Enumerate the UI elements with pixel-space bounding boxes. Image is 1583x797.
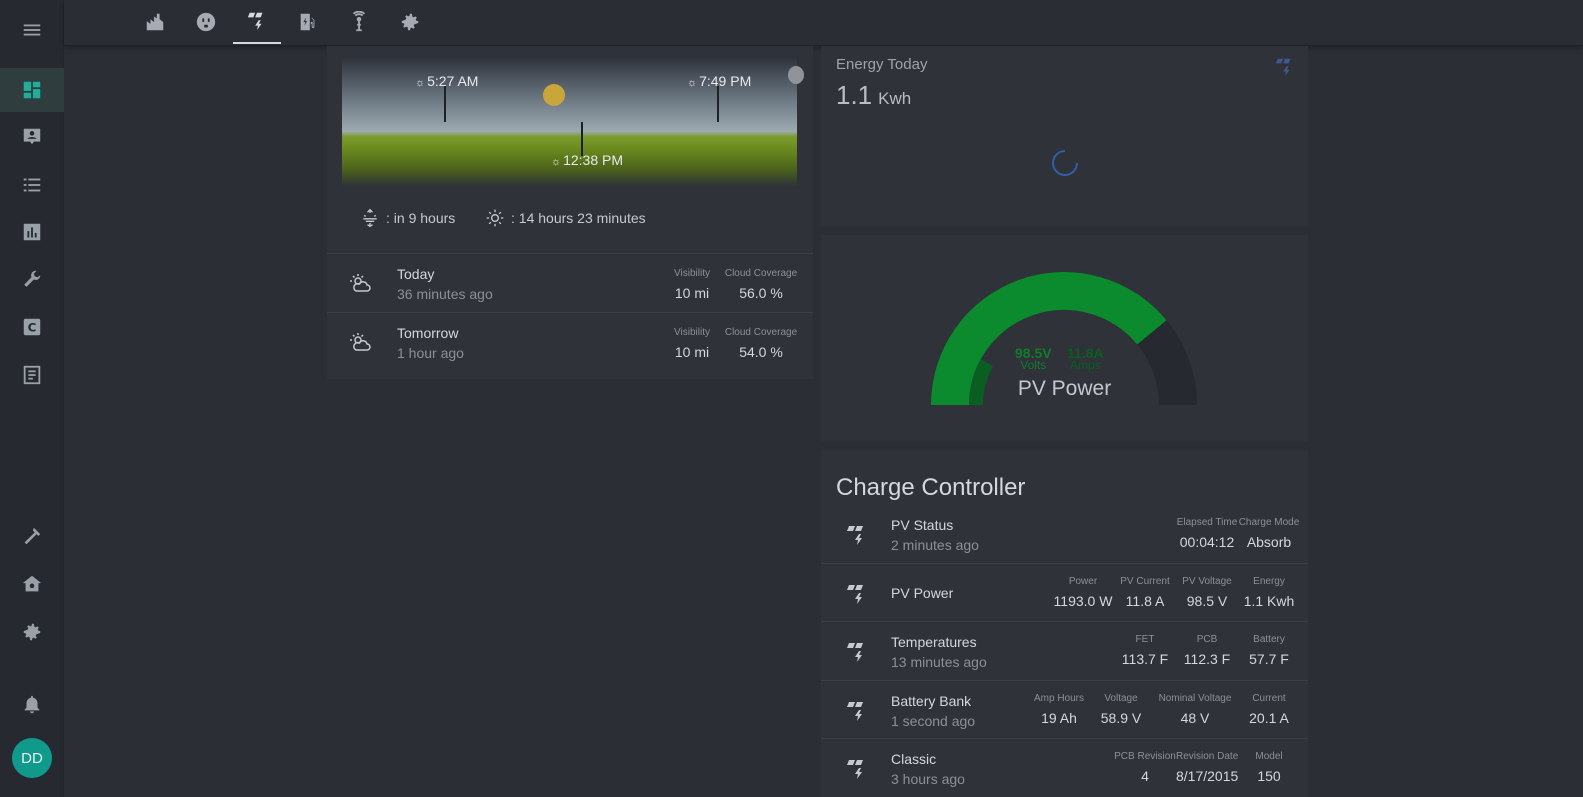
moon-icon bbox=[788, 66, 804, 84]
energy-title: Energy Today bbox=[836, 56, 928, 73]
metric: PV Voltage 98.5 V bbox=[1182, 576, 1232, 609]
loading-spinner bbox=[1052, 150, 1078, 176]
noon-tick bbox=[581, 122, 583, 156]
metric: Elapsed Time 00:04:12 bbox=[1176, 517, 1238, 550]
c-box-icon[interactable]: C bbox=[0, 305, 64, 349]
sunrise-label: ☼ 5:27 AM bbox=[415, 73, 479, 89]
gauge-label: PV Power bbox=[1017, 377, 1112, 400]
row-title: Temperatures bbox=[891, 634, 977, 650]
energy-value: 1.1 Kwh bbox=[836, 80, 912, 110]
sky-visualization: ☼ 5:27 AM ☼ 7:49 PM ☼ 12:38 PM bbox=[342, 56, 804, 186]
pv-power-gauge bbox=[931, 272, 1197, 406]
partly-cloudy-icon bbox=[350, 333, 371, 351]
metric: PCB Revision 4 bbox=[1114, 751, 1176, 784]
visibility-metric: Visibility 10 mi bbox=[674, 268, 710, 301]
svg-text:C: C bbox=[28, 321, 37, 335]
hammer-icon[interactable] bbox=[0, 514, 64, 558]
day-length: : 14 hours 23 minutes bbox=[485, 208, 646, 228]
noon-icon: ☼ bbox=[551, 156, 562, 168]
sunrise-tick bbox=[444, 86, 446, 122]
forecast-title: Today bbox=[397, 266, 435, 282]
sunset-tick bbox=[717, 86, 719, 122]
noon-label: ☼ 12:38 PM bbox=[551, 152, 624, 168]
settings-icon[interactable] bbox=[386, 0, 434, 44]
partly-cloudy-icon bbox=[350, 274, 371, 292]
solar-power-icon bbox=[847, 585, 863, 604]
pv-power-gauge-card: 98.5V Volts 11.8A Amps PV Power bbox=[821, 235, 1308, 441]
sunset-countdown: : in 9 hours bbox=[360, 208, 455, 228]
list-icon[interactable] bbox=[0, 163, 64, 207]
charge-controller-row[interactable]: Classic 3 hours ago PCB Revision 4 Revision … bbox=[821, 738, 1308, 796]
sidebar: C DD bbox=[0, 0, 64, 797]
home-gear-icon[interactable] bbox=[0, 562, 64, 606]
visibility-metric: Visibility 10 mi bbox=[674, 327, 710, 360]
cloud-coverage-metric: Cloud Coverage 54.0 % bbox=[724, 327, 798, 360]
metric: Model 150 bbox=[1255, 751, 1283, 784]
bell-icon[interactable] bbox=[0, 682, 64, 726]
solar-power-icon bbox=[847, 760, 863, 779]
row-title: PV Status bbox=[891, 517, 954, 533]
gauge-volts: 98.5V Volts bbox=[1015, 345, 1052, 372]
sunset-label: ☼ 7:49 PM bbox=[687, 73, 752, 89]
row-updated: 3 hours ago bbox=[891, 771, 965, 787]
sun-card: ☼ 5:27 AM ☼ 7:49 PM ☼ 12:38 PM : in 9 hours… bbox=[327, 46, 813, 379]
forecast-row-today[interactable]: Today 36 minutes ago Visibility 10 mi Cl… bbox=[327, 253, 813, 311]
metric: Battery 57.7 F bbox=[1249, 634, 1289, 667]
sunset-icon bbox=[363, 208, 377, 228]
charge-controller-row[interactable]: Battery Bank 1 second ago Amp Hours 19 Ah Vo… bbox=[821, 680, 1308, 738]
metric: Energy 1.1 Kwh bbox=[1243, 576, 1295, 609]
solar-power-icon bbox=[847, 702, 863, 721]
charge-controller-row[interactable]: PV Status 2 minutes ago Elapsed Time 00:04:… bbox=[821, 505, 1308, 563]
document-icon[interactable] bbox=[0, 353, 64, 397]
metric: PV Current 11.8 A bbox=[1120, 576, 1170, 609]
solar-power-icon[interactable] bbox=[1274, 56, 1296, 78]
menu-icon[interactable] bbox=[0, 8, 64, 52]
sun-position bbox=[543, 84, 565, 106]
outlet-icon[interactable] bbox=[182, 0, 230, 44]
ev-charger-icon[interactable] bbox=[284, 0, 332, 44]
contact-card-icon[interactable] bbox=[0, 115, 64, 159]
metric: Voltage 58.9 V bbox=[1100, 693, 1142, 726]
charge-controller-row[interactable]: PV Power Power 1193.0 W PV Current 11.8 A PV … bbox=[821, 563, 1308, 621]
metric: Nominal Voltage 48 V bbox=[1158, 693, 1232, 726]
metric: Revision Date 8/17/2015 bbox=[1176, 751, 1239, 784]
charge-controller-title: Charge Controller bbox=[836, 474, 1026, 501]
sunrise-icon: ☼ bbox=[415, 77, 426, 89]
charge-controller-card: Charge Controller PV Status 2 minutes ago… bbox=[821, 450, 1308, 797]
antenna-icon[interactable] bbox=[335, 0, 383, 44]
bar-chart-icon[interactable] bbox=[0, 210, 64, 254]
metric: Amp Hours 19 Ah bbox=[1033, 693, 1084, 726]
metric: Power 1193.0 W bbox=[1053, 576, 1113, 609]
forecast-row-tomorrow[interactable]: Tomorrow 1 hour ago Visibility 10 mi Clo… bbox=[327, 312, 813, 370]
row-title: Classic bbox=[891, 751, 937, 767]
metric: FET 113.7 F bbox=[1121, 634, 1169, 667]
cloud-coverage-metric: Cloud Coverage 56.0 % bbox=[724, 268, 798, 301]
forecast-title: Tomorrow bbox=[397, 325, 459, 341]
sunset-icon: ☼ bbox=[687, 77, 698, 89]
solar-plant-icon[interactable] bbox=[131, 0, 179, 44]
energy-today-card: Energy Today 1.1 Kwh bbox=[821, 46, 1308, 226]
row-title: PV Power bbox=[891, 585, 954, 601]
gauge-amps: 11.8A Amps bbox=[1067, 345, 1104, 372]
solar-power-icon bbox=[847, 643, 863, 662]
dashboard-icon[interactable] bbox=[0, 68, 64, 112]
row-title: Battery Bank bbox=[891, 693, 972, 709]
settings-icon[interactable] bbox=[0, 610, 64, 654]
row-updated: 2 minutes ago bbox=[891, 537, 979, 553]
metric: Current 20.1 A bbox=[1249, 693, 1289, 726]
metric: Charge Mode Absorb bbox=[1238, 517, 1300, 550]
avatar[interactable]: DD bbox=[12, 738, 52, 778]
solar-power-icon[interactable] bbox=[233, 0, 281, 44]
top-navigation bbox=[64, 0, 1583, 46]
forecast-updated: 1 hour ago bbox=[397, 345, 464, 361]
forecast-updated: 36 minutes ago bbox=[397, 286, 493, 302]
sun-icon bbox=[486, 209, 504, 227]
charge-controller-row[interactable]: Temperatures 13 minutes ago FET 113.7 F PCB 1… bbox=[821, 621, 1308, 679]
wrench-icon[interactable] bbox=[0, 258, 64, 302]
metric: PCB 112.3 F bbox=[1183, 634, 1231, 667]
row-updated: 1 second ago bbox=[891, 713, 976, 729]
row-updated: 13 minutes ago bbox=[891, 654, 987, 670]
solar-power-icon bbox=[847, 526, 863, 545]
